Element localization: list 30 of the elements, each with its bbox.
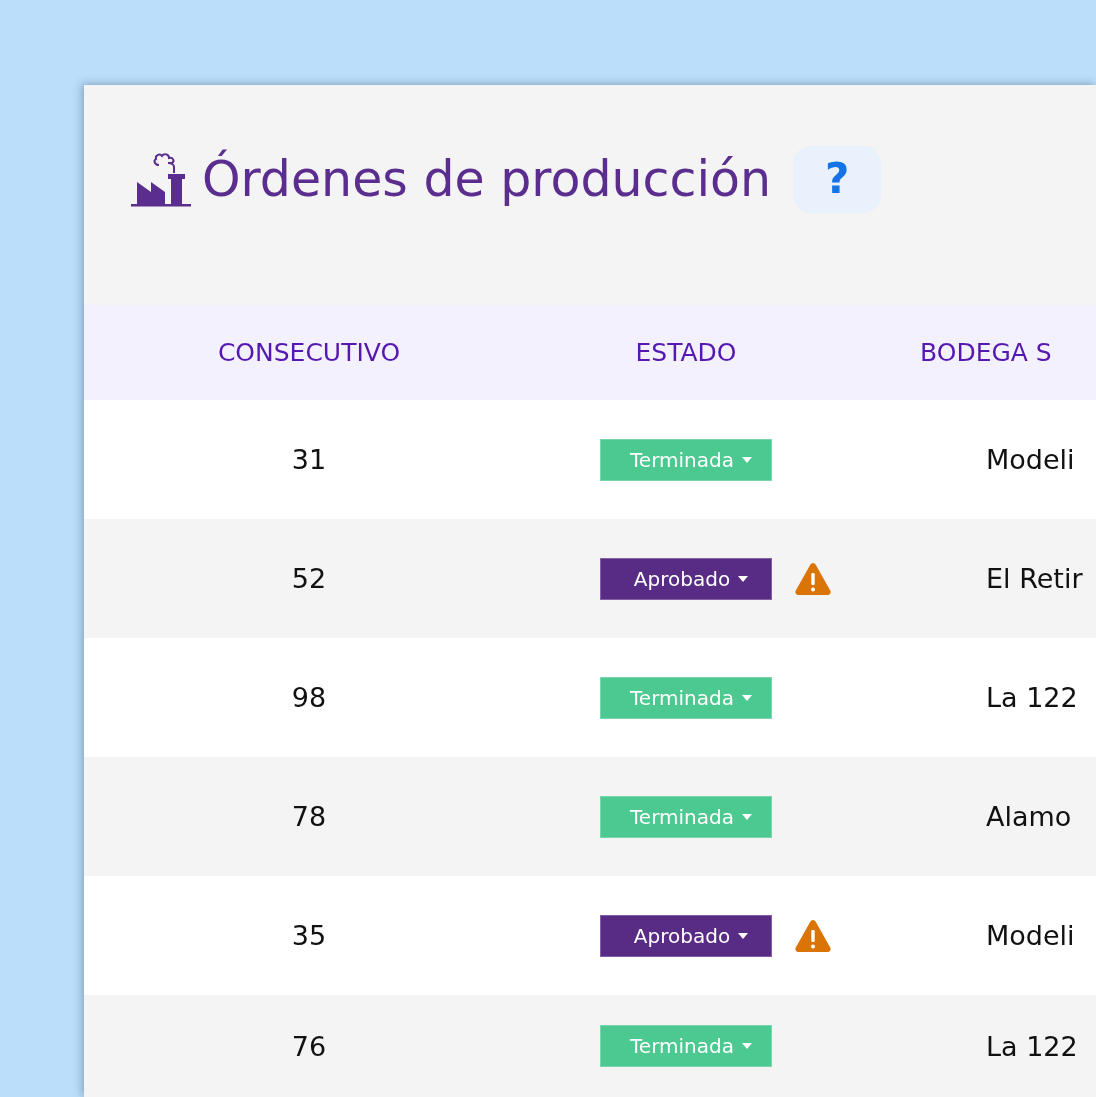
- status-dropdown[interactable]: Terminada: [600, 438, 772, 481]
- table-cell: 76: [291, 1030, 327, 1062]
- caret-icon: [741, 694, 752, 701]
- table-cell: 31: [291, 444, 327, 475]
- table-cell: 78: [291, 801, 327, 832]
- caret-icon: [738, 575, 749, 582]
- table-cell: 98: [291, 682, 327, 713]
- column-header: BODEGA S: [920, 338, 1052, 367]
- table-cell: La 122: [986, 682, 1078, 713]
- table-cell: Alamo: [986, 801, 1072, 832]
- page-title: Órdenes de producción: [202, 150, 772, 208]
- table-cell: El Retir: [986, 563, 1083, 594]
- status-dropdown[interactable]: Aprobado: [600, 557, 772, 600]
- table-cell: Modeli: [986, 444, 1075, 475]
- table-cell: Modeli: [986, 920, 1075, 951]
- status-dropdown[interactable]: Terminada: [600, 676, 772, 719]
- caret-icon: [741, 813, 752, 820]
- table-cell: 52: [291, 563, 327, 594]
- table-cell: La 122: [986, 1030, 1078, 1062]
- caret-icon: [738, 932, 749, 939]
- column-header: ESTADO: [635, 338, 737, 367]
- caret-icon: [741, 456, 752, 463]
- status-dropdown[interactable]: Terminada: [600, 795, 772, 838]
- help-button[interactable]: ?: [793, 145, 882, 213]
- status-dropdown[interactable]: Terminada: [600, 1025, 772, 1067]
- status-dropdown[interactable]: Aprobado: [600, 914, 772, 957]
- caret-icon: [741, 1043, 752, 1049]
- column-header: CONSECUTIVO: [217, 338, 401, 367]
- table-cell: 35: [291, 920, 327, 951]
- factory-icon: [131, 151, 191, 207]
